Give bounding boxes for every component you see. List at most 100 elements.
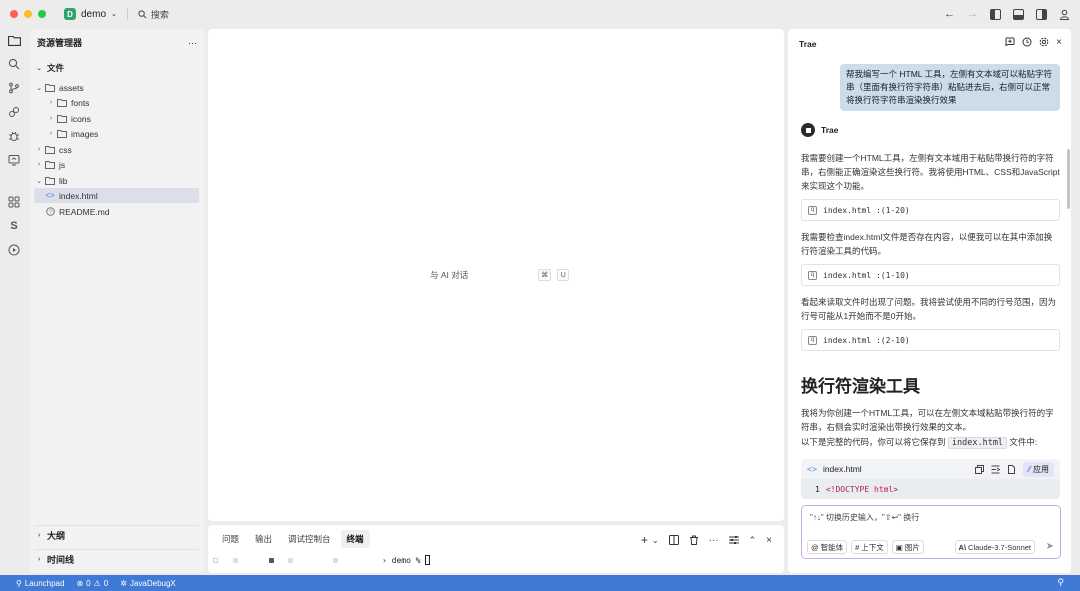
close-icon[interactable]: × — [1056, 37, 1062, 48]
notifications-icon[interactable]: ⚲ — [1057, 577, 1064, 588]
maximize-panel-icon[interactable]: ⌃ — [749, 535, 757, 546]
new-chat-icon[interactable] — [1005, 37, 1015, 47]
model-selector[interactable]: A\ Claude-3.7-Sonnet — [954, 540, 1035, 554]
close-window-button[interactable] — [10, 10, 18, 18]
tree-item-label: images — [71, 128, 99, 139]
file-reference[interactable]: q index.html :(1-20) — [801, 199, 1060, 221]
toggle-secondary-sidebar-icon[interactable] — [1036, 8, 1047, 20]
anthropic-icon: A\ — [958, 542, 967, 552]
agent-chip-label: 智能体 — [820, 542, 844, 552]
folder-icon — [56, 129, 68, 138]
remote-explorer-icon[interactable] — [6, 152, 22, 168]
code-file-icon: <> — [45, 191, 55, 200]
editor-area[interactable]: 与 AI 对话 ⌘ U — [208, 29, 784, 521]
send-icon[interactable]: ➤ — [1046, 541, 1054, 552]
folder-icon — [56, 98, 68, 107]
insert-icon[interactable] — [991, 465, 1001, 474]
search-box[interactable]: 搜索 — [138, 8, 169, 21]
hash-icon: # — [855, 542, 860, 552]
tab-terminal[interactable]: 终端 — [340, 530, 370, 548]
agent-chip[interactable]: @ 智能体 — [807, 540, 848, 554]
forward-arrow-icon[interactable]: → — [967, 8, 978, 20]
tab-debug-console[interactable]: 调试控制台 — [282, 530, 337, 548]
tab-output[interactable]: 输出 — [249, 530, 278, 548]
maximize-window-button[interactable] — [38, 10, 46, 18]
tree-item-icons[interactable]: › icons — [34, 111, 199, 126]
back-arrow-icon[interactable]: ← — [944, 8, 955, 20]
assistant-paragraph: 以下是完整的代码，你可以将它保存到 index.html 文件中: — [801, 435, 1060, 450]
tree-item-css[interactable]: › css — [34, 142, 199, 157]
u-key: U — [557, 269, 570, 281]
code-block-actions: ⁄⁄ 应用 — [975, 462, 1054, 477]
tree-item-js[interactable]: › js — [34, 157, 199, 172]
folder-icon — [56, 114, 68, 123]
files-section-header[interactable]: ⌄ 文件 — [34, 60, 199, 75]
search-file-icon: q — [808, 270, 817, 280]
sliders-icon[interactable] — [728, 535, 739, 545]
tree-item-index-html[interactable]: · <> index.html — [34, 188, 199, 203]
chat-scrollbar[interactable] — [1067, 149, 1070, 209]
history-icon[interactable] — [1022, 37, 1032, 47]
extensions-link-icon[interactable] — [6, 104, 22, 120]
code-token: > — [893, 484, 899, 494]
chevron-down-icon[interactable]: ⌄ — [652, 536, 659, 545]
play-circle-icon[interactable] — [6, 242, 22, 258]
new-file-icon[interactable] — [1007, 465, 1016, 474]
error-count: 0 — [86, 578, 91, 588]
terminal-dot — [333, 558, 338, 563]
timeline-section[interactable]: › 时间线 — [34, 549, 199, 569]
debug-status[interactable]: ✲ JavaDebugX — [120, 579, 176, 588]
tree-item-fonts[interactable]: › fonts — [34, 95, 199, 110]
terminal-dot — [269, 558, 274, 563]
split-terminal-icon[interactable] — [668, 535, 679, 545]
close-panel-icon[interactable]: × — [766, 535, 772, 546]
source-control-icon[interactable] — [6, 80, 22, 96]
add-terminal-icon[interactable]: + — [641, 533, 648, 547]
chat-input-box[interactable]: "↑↓" 切换历史输入，"⇧↩" 换行 @ 智能体 # 上下文 ▣ 图片 A\ Clau… — [801, 505, 1061, 559]
copy-icon[interactable] — [975, 465, 985, 474]
image-chip-label: 图片 — [904, 542, 920, 552]
more-actions-icon[interactable]: ··· — [188, 38, 197, 48]
folder-icon — [44, 160, 56, 169]
status-bar: ⚲ Launchpad ⊗ 0 ⚠ 0 ✲ JavaDebugX ⚲ — [0, 575, 1080, 591]
more-icon[interactable]: ··· — [709, 535, 719, 546]
assistant-header: Trae — [801, 123, 839, 137]
debug-icon[interactable] — [6, 128, 22, 144]
file-reference[interactable]: q index.html :(2-10) — [801, 329, 1060, 351]
bug-icon: ✲ — [120, 578, 127, 588]
code-file-icon: <> — [807, 464, 817, 474]
apply-button[interactable]: ⁄⁄ 应用 — [1023, 462, 1054, 477]
project-badge: D — [64, 8, 76, 20]
image-chip[interactable]: ▣ 图片 — [891, 540, 924, 554]
launchpad-status[interactable]: ⚲ Launchpad — [16, 579, 64, 588]
search-icon — [138, 9, 147, 18]
explorer-icon[interactable] — [6, 32, 22, 48]
account-icon[interactable] — [1059, 9, 1070, 20]
sync-s-icon[interactable]: S — [6, 218, 22, 234]
search-icon[interactable] — [6, 56, 22, 72]
terminal-prompt-line[interactable]: › demo % — [382, 554, 582, 566]
toggle-panel-icon[interactable] — [1013, 8, 1024, 20]
files-section-label: 文件 — [47, 62, 65, 73]
tab-problems[interactable]: 问题 — [216, 530, 245, 548]
project-switcher[interactable]: D demo ⌄ — [64, 8, 117, 20]
file-reference-label: index.html :(2-10) — [823, 335, 910, 345]
tree-item-label: assets — [59, 82, 84, 93]
outline-section[interactable]: › 大纲 — [34, 525, 199, 545]
trash-icon[interactable] — [689, 535, 699, 545]
toggle-sidebar-icon[interactable] — [990, 8, 1001, 20]
tree-item-readme[interactable]: · ? README.md — [34, 204, 199, 219]
context-chip[interactable]: # 上下文 — [851, 540, 888, 554]
tree-item-lib[interactable]: ⌄ lib — [34, 173, 199, 188]
problems-status[interactable]: ⊗ 0 ⚠ 0 — [76, 579, 108, 588]
minimize-window-button[interactable] — [24, 10, 32, 18]
panel-actions: + ⌄ ··· ⌃ × — [641, 533, 772, 547]
code-line: 1 <!DOCTYPE html > — [801, 479, 1060, 499]
tree-item-images[interactable]: › images — [34, 126, 199, 141]
apps-grid-icon[interactable] — [6, 194, 22, 210]
chat-header-actions: × — [1005, 37, 1062, 48]
tree-item-assets[interactable]: ⌄ assets — [34, 80, 199, 95]
titlebar-actions: ← → — [944, 0, 1070, 28]
gear-icon[interactable] — [1039, 37, 1049, 47]
file-reference[interactable]: q index.html :(1-10) — [801, 264, 1060, 286]
